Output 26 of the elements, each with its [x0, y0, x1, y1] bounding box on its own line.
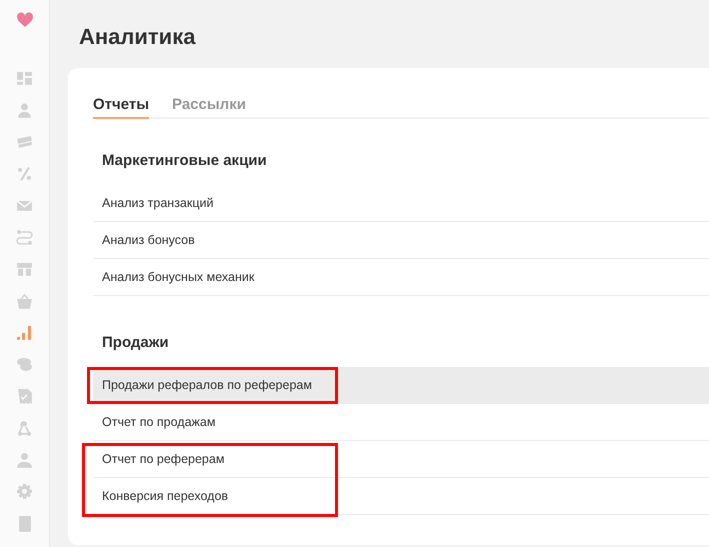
report-link[interactable]: Отчет по продажам [93, 404, 709, 441]
person-icon[interactable] [16, 452, 33, 468]
webhook-icon[interactable] [16, 420, 33, 437]
dashboard-icon[interactable] [16, 70, 33, 87]
report-link[interactable]: Конверсия переходов [93, 478, 709, 515]
basket-icon[interactable] [16, 292, 33, 310]
card-icon[interactable] [16, 133, 33, 150]
receipt-icon[interactable] [16, 388, 33, 405]
percent-icon[interactable] [16, 165, 33, 182]
person-icon[interactable] [16, 102, 33, 118]
page-title: Аналитика [79, 24, 197, 50]
tab[interactable]: Отчеты [93, 96, 150, 119]
book-icon[interactable] [16, 515, 33, 532]
settings-icon[interactable] [16, 483, 33, 500]
report-link[interactable]: Продажи рефералов по реферерам [93, 367, 709, 404]
report-link[interactable]: Анализ бонусов [93, 222, 709, 259]
bar-chart-icon[interactable] [16, 324, 33, 342]
report-link[interactable]: Анализ транзакций [93, 185, 709, 222]
route-icon[interactable] [16, 228, 33, 246]
section-heading: Маркетинговые акции [102, 152, 268, 169]
report-link[interactable]: Анализ бонусных механик [93, 259, 709, 296]
heart-logo-icon[interactable] [16, 12, 34, 28]
store-icon[interactable] [16, 260, 33, 278]
coins-icon[interactable] [16, 356, 33, 373]
section-heading: Продажи [102, 334, 170, 351]
report-link[interactable]: Отчет по реферерам [93, 441, 709, 478]
